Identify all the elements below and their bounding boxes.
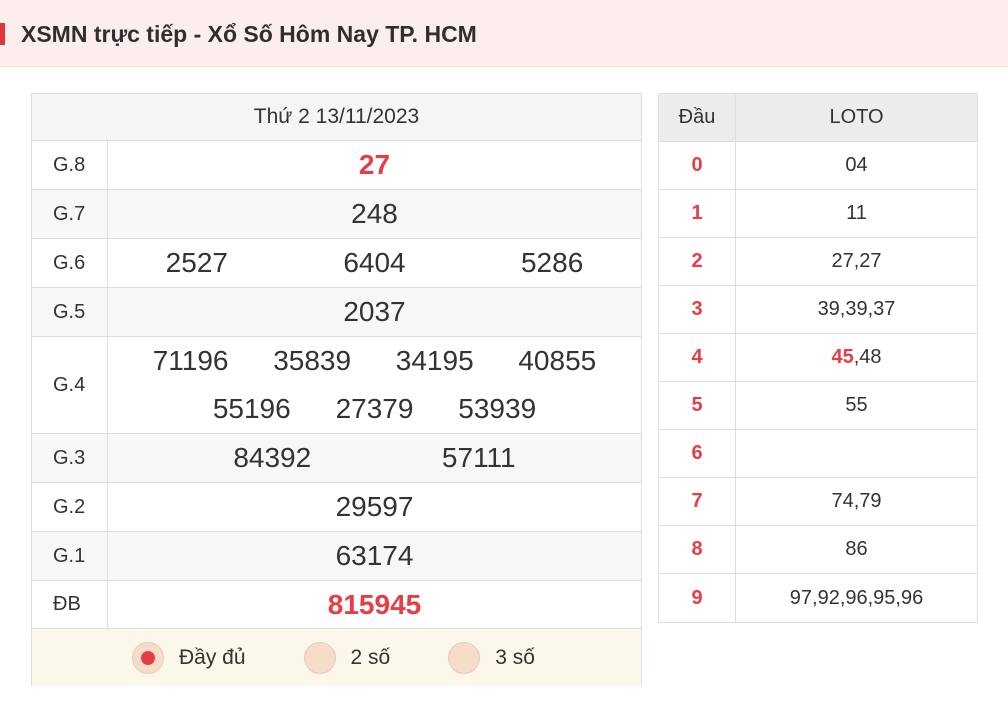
prize-label: G.4 (32, 337, 108, 433)
prize-row-g8: G.8 27 (32, 141, 641, 190)
loto-row: 7 74,79 (659, 478, 977, 526)
loto-row: 3 39,39,37 (659, 286, 977, 334)
loto-row: 6 (659, 430, 977, 478)
loto-row: 4 45,48 (659, 334, 977, 382)
prize-row-g2: G.2 29597 (32, 483, 641, 532)
prize-number: 2527 (165, 247, 228, 278)
loto-row: 8 86 (659, 526, 977, 574)
loto-row: 9 97,92,96,95,96 (659, 574, 977, 622)
option-label: Đầy đủ (179, 645, 246, 669)
prize-number: 248 (351, 198, 398, 229)
prize-label: G.7 (32, 190, 108, 238)
loto-table: Đầu LOTO 0 04 1 11 2 27,27 3 39,39,37 4 … (658, 93, 978, 623)
loto-header: Đầu LOTO (659, 94, 977, 142)
prize-row-g5: G.5 2037 (32, 288, 641, 337)
results-table: Thứ 2 13/11/2023 G.8 27 G.7 248 G.6 2527… (31, 93, 642, 686)
option-label: 3 số (495, 645, 535, 669)
loto-highlight: 45 (831, 346, 854, 368)
page-header: XSMN trực tiếp - Xổ Số Hôm Nay TP. HCM (0, 0, 1008, 67)
page-title: XSMN trực tiếp - Xổ Số Hôm Nay TP. HCM (21, 21, 477, 47)
option-full[interactable]: Đầy đủ (132, 641, 246, 674)
header-loto: LOTO (829, 106, 884, 128)
prize-label: G.2 (32, 483, 108, 531)
prize-number: 27 (358, 149, 391, 180)
prize-number: 84392 (233, 442, 312, 473)
prize-number: 34195 (395, 345, 474, 376)
prize-number: 57111 (441, 442, 516, 473)
prize-number: 71196 (152, 345, 229, 376)
prize-row-g7: G.7 248 (32, 190, 641, 239)
loto-row: 1 11 (659, 190, 977, 238)
prize-number: 27379 (335, 393, 414, 424)
prize-row-g4: G.4 71196 35839 34195 40855 55196 27379 … (32, 337, 641, 434)
prize-number: 55196 (212, 393, 291, 424)
display-options: Đầy đủ 2 số 3 số (32, 629, 641, 686)
radio-selected-icon[interactable] (132, 641, 164, 674)
header-dau: Đầu (659, 94, 736, 141)
loto-row: 0 04 (659, 142, 977, 190)
prize-label: G.5 (32, 288, 108, 336)
option-2-digits[interactable]: 2 số (303, 641, 391, 674)
radio-icon[interactable] (303, 641, 336, 674)
prize-number: 5286 (520, 247, 584, 278)
prize-label: ĐB (32, 581, 108, 628)
prize-number: 35839 (273, 345, 352, 376)
prize-number: 63174 (335, 540, 414, 571)
prize-row-g6: G.6 2527 6404 5286 (32, 239, 641, 288)
loto-row: 2 27,27 (659, 238, 977, 286)
prize-row-g1: G.1 63174 (32, 532, 641, 581)
prize-number: 2037 (343, 296, 406, 327)
prize-number: 6404 (343, 247, 406, 278)
special-prize-number: 815945 (327, 588, 422, 620)
prize-label: G.6 (32, 239, 108, 287)
draw-date: Thứ 2 13/11/2023 (32, 94, 641, 141)
prize-label: G.8 (32, 141, 108, 189)
loto-row: 5 55 (659, 382, 977, 430)
option-label: 2 số (350, 645, 391, 669)
option-3-digits[interactable]: 3 số (448, 641, 535, 674)
prize-row-db: ĐB 815945 (32, 581, 641, 629)
prize-label: G.3 (32, 434, 108, 482)
prize-number: 53939 (458, 393, 537, 424)
prize-label: G.1 (32, 532, 108, 580)
header-accent-bar (0, 23, 5, 45)
prize-row-g3: G.3 84392 57111 (32, 434, 641, 483)
prize-number: 40855 (518, 345, 597, 376)
radio-icon[interactable] (448, 641, 481, 674)
prize-number: 29597 (335, 491, 414, 522)
